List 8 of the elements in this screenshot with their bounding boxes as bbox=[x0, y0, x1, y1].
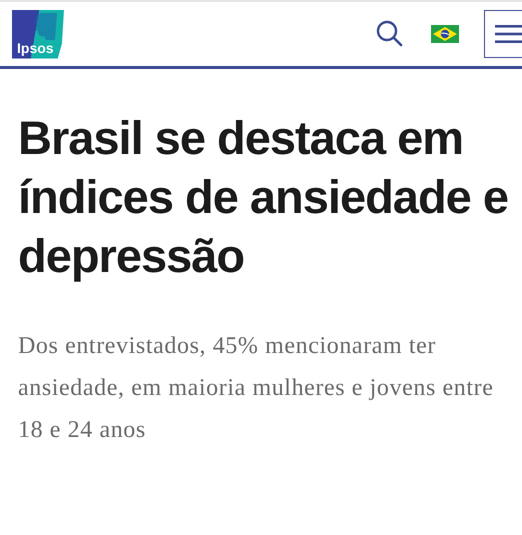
logo-text: Ipsos bbox=[16, 40, 54, 58]
menu-icon bbox=[495, 23, 522, 45]
menu-button[interactable] bbox=[484, 10, 522, 58]
article-subtitle: Dos entrevistados, 45% mencionaram ter ansiedade, em maioria mulheres e jovens entre 18 e 24 anos bbox=[18, 332, 494, 445]
flag-icon[interactable] bbox=[431, 25, 459, 43]
logo[interactable]: Ipsos bbox=[12, 10, 64, 58]
article-title: Brasil se destaca em índices de ansiedade e depressão bbox=[18, 110, 508, 284]
search-icon[interactable] bbox=[375, 19, 405, 49]
